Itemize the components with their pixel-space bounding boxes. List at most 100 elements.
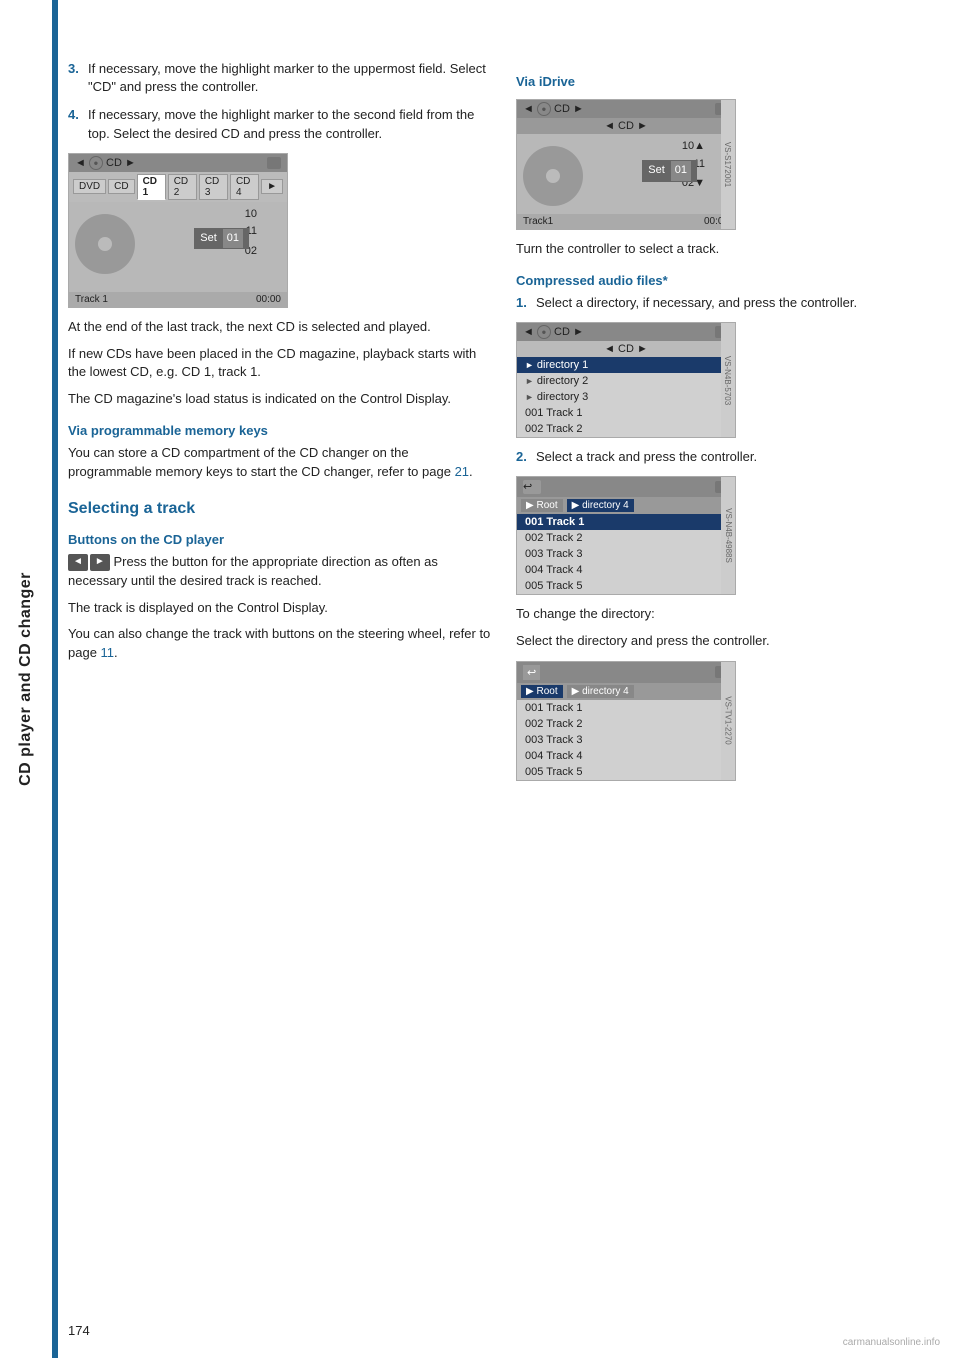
dir-label-3: directory 3 [537, 391, 588, 403]
cd-numbers: 10 11 Set 01 02 [245, 206, 257, 261]
track2-row-3: 003 Track 3 [517, 732, 735, 748]
dir-row-5: 002 Track 2 [517, 421, 735, 437]
dir-screen-1: ◄ CD ► ◄ CD ► ► directory 1 ► directory … [516, 322, 736, 438]
cd-icon [89, 156, 103, 170]
dir-vertical-text: VS-N4B-5703 [724, 355, 733, 404]
idrive-set-row: Set 01 [642, 160, 697, 182]
cd-set-label: Set [200, 230, 217, 248]
dir-label-5: 002 Track 2 [525, 423, 582, 435]
compressed-step-1: 1. Select a directory, if necessary, and… [516, 294, 940, 312]
idrive-body: 10▲ 11 Set 01 02▼ [517, 134, 735, 214]
compressed-step-1-num: 1. [516, 294, 530, 312]
idrive-numbers: 10▲ 11 Set 01 02▼ [682, 138, 705, 193]
change-dir-text-2: Select the directory and press the contr… [516, 632, 940, 651]
idrive-set-label: Set [648, 162, 665, 180]
dir-label-4: 001 Track 1 [525, 407, 582, 419]
track-screen-1: ↩ ▶ Root ▶ directory 4 001 Track 1 002 T… [516, 476, 736, 595]
idrive-disc [523, 146, 583, 206]
idrive-top-left: ◄ CD ► [523, 102, 584, 116]
next-btn[interactable]: ► [90, 554, 110, 571]
via-prog-period: . [469, 464, 473, 479]
cd-tab-cd: CD [108, 179, 134, 194]
breadcrumb-root-2: ▶ Root [521, 685, 563, 698]
via-idrive-heading: Via iDrive [516, 74, 940, 89]
prev-btn[interactable]: ◄ [68, 554, 88, 571]
via-prog-heading: Via programmable memory keys [68, 423, 492, 438]
cd-disc-image [75, 214, 135, 274]
track-vertical-text-1: VS-N4B-4988S [724, 508, 733, 563]
dir-row-3: ► directory 3 [517, 389, 735, 405]
track-vertical-text-2: VS-TV1-2270 [724, 697, 733, 745]
track2-row-4: 004 Track 4 [517, 748, 735, 764]
step-4: 4. If necessary, move the highlight mark… [68, 106, 492, 142]
track-row-1: 001 Track 1 [517, 514, 735, 530]
idrive-set-value: 01 [671, 161, 691, 181]
right-column: Via iDrive ◄ CD ► ◄ CD ► 10▲ 11 Set [516, 60, 940, 791]
track-back-icon: ↩ [523, 480, 541, 494]
dir-row-2: ► directory 2 [517, 373, 735, 389]
buttons-text-2: The track is displayed on the Control Di… [68, 599, 492, 618]
compressed-step-2-text: Select a track and press the controller. [536, 448, 940, 466]
dir-row-1: ► directory 1 [517, 357, 735, 373]
cd-tab-row: DVD CD CD 1 CD 2 CD 3 CD 4 ► [69, 172, 287, 202]
idrive-nav-row: ◄ CD ► [517, 118, 735, 134]
idrive-nav-cd: ◄ CD ► [604, 120, 648, 132]
sidebar-label: CD player and CD changer [17, 572, 35, 786]
dir-top-left: ◄ CD ► [523, 325, 584, 339]
cd-track-label: Track 1 [75, 294, 108, 305]
blue-bar [52, 0, 58, 1358]
compressed-step-2-num: 2. [516, 448, 530, 466]
dir-vertical-label: VS-N4B-5703 [721, 323, 735, 437]
track-screen-1-top: ↩ [517, 477, 735, 497]
para-3: The CD magazine's load status is indicat… [68, 390, 492, 409]
para-1: At the end of the last track, the next C… [68, 318, 492, 337]
track2-row-5: 005 Track 5 [517, 764, 735, 780]
dir-row-4: 001 Track 1 [517, 405, 735, 421]
buttons-text-1: Press the button for the appropriate dir… [68, 554, 438, 588]
buttons-nav-text: ◄ ► Press the button for the appropriate… [68, 553, 492, 591]
breadcrumb-dir4-1: ▶ directory 4 [567, 499, 634, 512]
via-prog-text: You can store a CD compartment of the CD… [68, 444, 492, 482]
selecting-track-heading: Selecting a track [68, 500, 492, 518]
dir-icon [537, 325, 551, 339]
cd-top-right-icon [267, 157, 281, 169]
buttons-period: . [114, 645, 118, 660]
cd-tab-dvd: DVD [73, 179, 106, 194]
via-prog-text-main: You can store a CD compartment of the CD… [68, 445, 451, 479]
cd-num-10: 10 [245, 206, 257, 224]
left-column: 3. If necessary, move the highlight mark… [68, 60, 492, 791]
nav-arrows: ◄ ► [68, 554, 110, 571]
cd-set-value: 01 [223, 229, 243, 249]
breadcrumb-root-1: ▶ Root [521, 499, 563, 512]
cd-tab-more: ► [261, 179, 283, 194]
cd-tab-cd4: CD 4 [230, 174, 259, 200]
step-3-num: 3. [68, 60, 82, 96]
sidebar: CD player and CD changer [0, 0, 52, 1358]
via-prog-page-link[interactable]: 21 [455, 464, 469, 479]
dir-sub-cd: ◄ CD ► [517, 341, 735, 357]
cd-tab-cd3: CD 3 [199, 174, 228, 200]
idrive-top-bar: ◄ CD ► [517, 100, 735, 118]
idrive-icon [537, 102, 551, 116]
track-breadcrumb-2: ▶ Root ▶ directory 4 [517, 683, 735, 700]
track2-back-icon: ↩ [523, 665, 540, 680]
buttons-page-link[interactable]: 11 [101, 645, 115, 660]
track-screen-2-top: ↩ [517, 662, 735, 683]
dir-screen-1-top: ◄ CD ► [517, 323, 735, 341]
track-row-4: 004 Track 4 [517, 562, 735, 578]
cd-screen-left: ◄ CD ► DVD CD CD 1 CD 2 CD 3 CD 4 ► [68, 153, 288, 308]
buttons-text-3: You can also change the track with butto… [68, 625, 492, 663]
cd-set-row: Set 01 [194, 228, 249, 250]
idrive-vertical-label: VS-S172001 [721, 100, 735, 229]
cd-screen-idrive: ◄ CD ► ◄ CD ► 10▲ 11 Set 01 02 [516, 99, 736, 230]
track2-row-1: 001 Track 1 [517, 700, 735, 716]
track-vertical-label-2: VS-TV1-2270 [721, 662, 735, 780]
step-3: 3. If necessary, move the highlight mark… [68, 60, 492, 96]
page-number: 174 [68, 1323, 90, 1338]
idrive-vertical-text: VS-S172001 [724, 142, 733, 187]
change-dir-text-1: To change the directory: [516, 605, 940, 624]
main-content: 3. If necessary, move the highlight mark… [68, 60, 940, 1298]
step-4-num: 4. [68, 106, 82, 142]
track-breadcrumb-1: ▶ Root ▶ directory 4 [517, 497, 735, 514]
dir-arrow-3: ► [525, 392, 534, 402]
